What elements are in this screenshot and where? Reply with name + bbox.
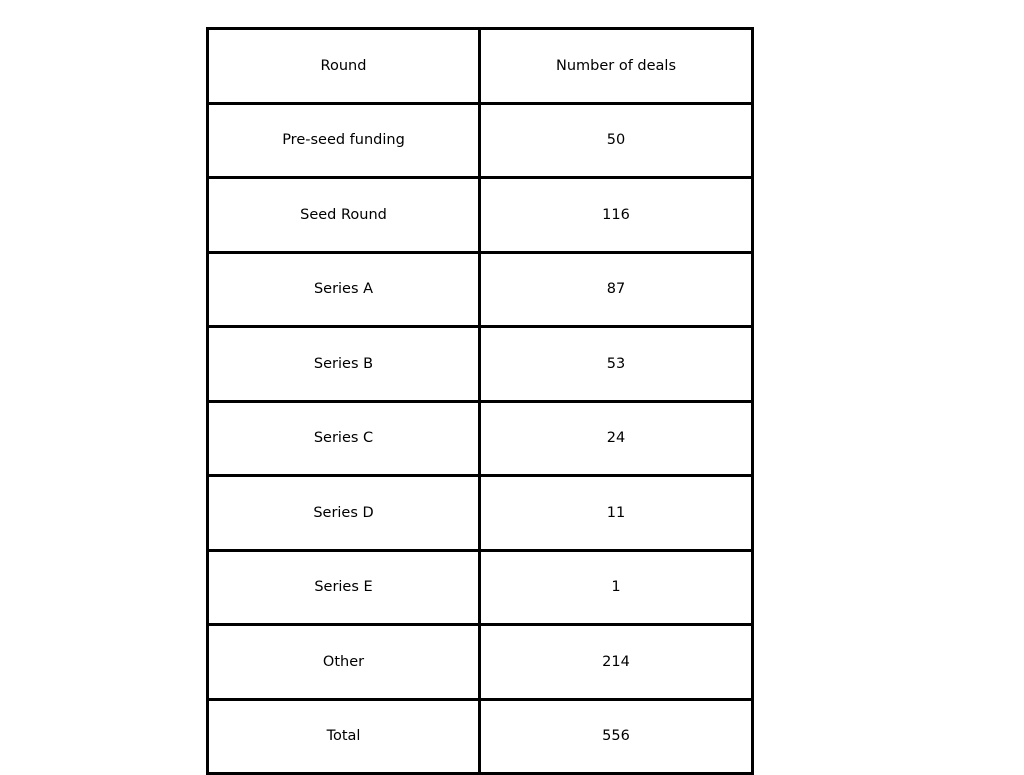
deals-cell: 11: [478, 474, 754, 552]
header-number-of-deals: Number of deals: [478, 27, 754, 105]
table-row: Seed Round 116: [206, 176, 754, 254]
deals-table: Round Number of deals Pre-seed funding 50…: [206, 27, 754, 775]
round-cell: Pre-seed funding: [206, 101, 481, 179]
round-cell: Total: [206, 697, 481, 775]
round-cell: Series E: [206, 548, 481, 626]
table-row: Series C 24: [206, 399, 754, 477]
deals-cell: 214: [478, 623, 754, 701]
deals-cell: 556: [478, 697, 754, 775]
table-row: Series B 53: [206, 325, 754, 403]
header-round: Round: [206, 27, 481, 105]
table-row: Series A 87: [206, 250, 754, 328]
deals-cell: 116: [478, 176, 754, 254]
round-cell: Seed Round: [206, 176, 481, 254]
deals-cell: 50: [478, 101, 754, 179]
round-cell: Series B: [206, 325, 481, 403]
round-cell: Series D: [206, 474, 481, 552]
deals-cell: 53: [478, 325, 754, 403]
deals-cell: 24: [478, 399, 754, 477]
deals-cell: 87: [478, 250, 754, 328]
header-row: Round Number of deals: [206, 27, 754, 105]
round-cell: Series C: [206, 399, 481, 477]
table-row: Series E1: [206, 548, 754, 626]
deals-cell: 1: [478, 548, 754, 626]
round-cell: Series A: [206, 250, 481, 328]
table-row: Other 214: [206, 623, 754, 701]
table-row: Pre-seed funding 50: [206, 101, 754, 179]
round-cell: Other: [206, 623, 481, 701]
table-row: Total 556: [206, 697, 754, 775]
table-row: Series D 11: [206, 474, 754, 552]
